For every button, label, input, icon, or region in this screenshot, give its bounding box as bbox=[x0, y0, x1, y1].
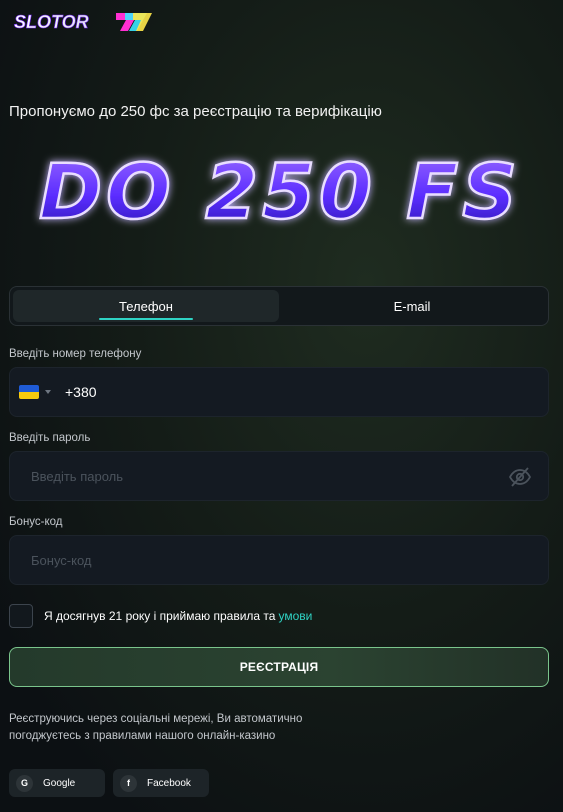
facebook-icon: f bbox=[120, 774, 137, 792]
password-label: Введіть пароль bbox=[9, 432, 91, 444]
promo-banner-text: DO 250 FS bbox=[39, 147, 521, 236]
google-icon: G bbox=[16, 774, 33, 792]
tab-email[interactable]: E-mail bbox=[279, 290, 545, 322]
google-button[interactable]: G Google bbox=[9, 769, 105, 797]
bonus-code-placeholder[interactable]: Бонус-код bbox=[31, 553, 548, 568]
terms-row: Я досягнув 21 року і приймаю правила та … bbox=[9, 604, 312, 628]
slotor-logo[interactable]: SLOTOR bbox=[12, 9, 152, 35]
tab-phone[interactable]: Телефон bbox=[13, 290, 279, 322]
eye-off-icon[interactable] bbox=[508, 465, 532, 489]
phone-code[interactable]: +380 bbox=[65, 384, 97, 400]
google-button-label: Google bbox=[43, 777, 76, 789]
register-button[interactable]: РЕЄСТРАЦІЯ bbox=[9, 647, 549, 687]
slotor-logo-icon bbox=[116, 13, 152, 31]
svg-text:SLOTOR: SLOTOR bbox=[14, 12, 89, 32]
social-note: Реєструючись через соціальні мережі, Ви … bbox=[9, 713, 303, 742]
terms-checkbox[interactable] bbox=[9, 604, 33, 628]
chevron-down-icon[interactable] bbox=[45, 390, 51, 394]
promo-banner: DO 250 FS bbox=[38, 146, 521, 238]
phone-label: Введіть номер телефону bbox=[9, 348, 142, 360]
password-placeholder[interactable]: Введіть пароль bbox=[31, 469, 548, 484]
offer-text: Пропонуємо до 250 фс за реєстрацію та ве… bbox=[9, 103, 382, 120]
facebook-button[interactable]: f Facebook bbox=[113, 769, 209, 797]
password-field[interactable]: Введіть пароль bbox=[9, 451, 549, 501]
terms-text: Я досягнув 21 року і приймаю правила та bbox=[44, 609, 276, 623]
ukraine-flag-icon[interactable] bbox=[19, 385, 39, 399]
auth-method-tabs: Телефон E-mail bbox=[9, 286, 549, 326]
phone-field[interactable]: +380 bbox=[9, 367, 549, 417]
facebook-button-label: Facebook bbox=[147, 777, 191, 789]
bonus-label: Бонус-код bbox=[9, 516, 63, 528]
bonus-code-field[interactable]: Бонус-код bbox=[9, 535, 549, 585]
terms-link[interactable]: умови bbox=[278, 609, 312, 623]
